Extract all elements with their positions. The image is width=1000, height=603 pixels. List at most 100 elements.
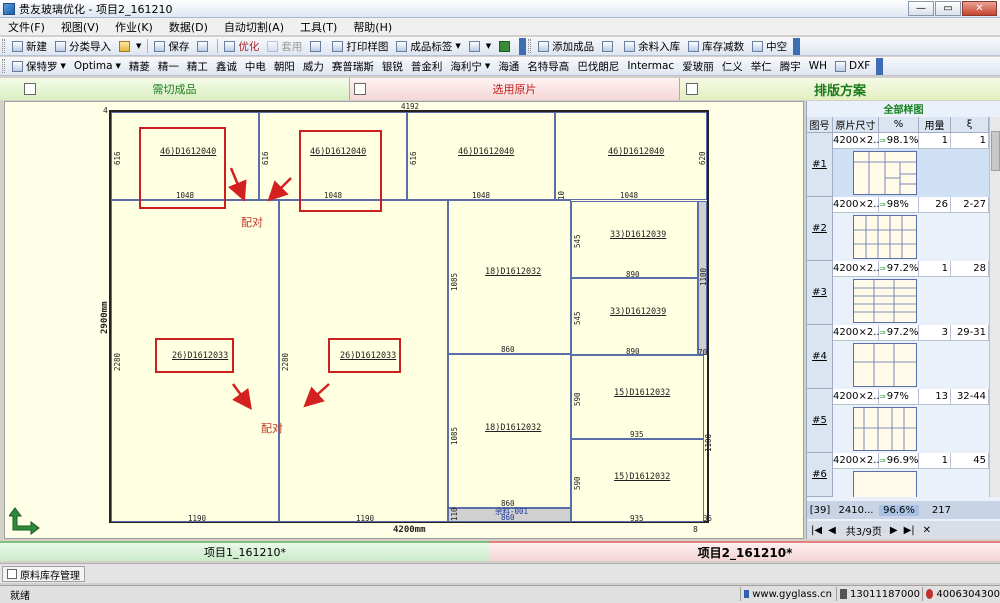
col-header-qty[interactable]: 用量 [919,117,951,133]
machine-optima[interactable]: Optima ▼ [70,58,125,75]
move-arrows-icon[interactable] [9,506,41,536]
open-dropdown-button[interactable]: ▼ [115,38,145,55]
machine-weili[interactable]: 威力 [299,58,328,75]
menu-help[interactable]: 帮助(H) [345,19,400,35]
efficiency-icon: ⇒ [879,456,886,465]
scrollbar-thumb[interactable] [991,131,1000,171]
layout-row[interactable]: #5 4200×2... ⇒ 97% 13 32-44 [807,389,989,453]
row-number[interactable]: #6 [807,453,833,497]
row-pct-value: 97.2% [886,327,919,338]
machine-mingtedaogao[interactable]: 名特导高 [523,58,573,75]
dxf-icon [835,60,846,72]
print-sample-button[interactable]: 打印样图 [328,38,392,55]
machine-bavelloni[interactable]: 巴伐朗尼 [573,58,623,75]
layout-canvas[interactable]: 4 4192 2900mm 4200mm 8 46)D1612040 1048 … [4,101,804,539]
machine-haitong[interactable]: 海通 [494,58,523,75]
close-button[interactable]: ✕ [962,1,997,16]
machine-hailining[interactable]: 海利宁 ▼ [446,58,494,75]
row-xi: 1 [951,133,989,149]
phone-icon [840,589,847,599]
menu-file[interactable]: 文件(F) [0,19,53,35]
tab-project-2[interactable]: 项目2_161210* [490,541,1000,561]
last-page-button[interactable]: ▶| [904,525,915,536]
status-phone[interactable]: 13011187000 [836,587,920,601]
copy-button[interactable] [193,38,215,55]
project-tab-label: 项目1_161210* [204,546,286,559]
layout-thumbnail[interactable] [853,279,917,323]
layout-row[interactable]: #1 4200×2... ⇒ 98.1% 1 1 [807,133,989,197]
row-number[interactable]: #3 [807,261,833,325]
machine-jinggong[interactable]: 精工 [183,58,212,75]
layout-row[interactable]: #2 4200×2... ⇒ 98% 26 2-27 [807,197,989,261]
close-panel-button[interactable]: ✕ [923,525,931,536]
status-hotline[interactable]: 4006304300 [922,587,1000,601]
menu-auto-cut[interactable]: 自动切割(A) [216,19,292,35]
machine-intermac[interactable]: Intermac [623,58,678,75]
find-button[interactable] [598,38,620,55]
add-product-button[interactable]: 添加成品 [534,38,598,55]
machine-wh[interactable]: WH [805,58,831,75]
machine-bottero[interactable]: 保特罗 ▼ [8,58,70,75]
machine-zhongdian[interactable]: 中电 [241,58,270,75]
machine-jingling[interactable]: 精菱 [125,58,154,75]
machine-juren[interactable]: 举仁 [747,58,776,75]
prev-page-button[interactable]: ◀ [828,525,836,536]
layout-thumbnail[interactable] [853,151,917,195]
layout-row[interactable]: #6 4200×2... ⇒ 96.9% 1 45 [807,453,989,497]
first-page-button[interactable]: |◀ [811,525,822,536]
toolbar-grip[interactable] [528,39,532,53]
optimize-button[interactable]: 优化 [220,38,263,55]
row-number[interactable]: #4 [807,325,833,389]
tab-select-sheet[interactable]: 选用原片 [350,78,680,100]
machine-yinrui[interactable]: 银锐 [378,58,407,75]
layout-thumbnail[interactable] [853,471,917,497]
layout-thumbnail[interactable] [853,407,917,451]
tab-project-1[interactable]: 项目1_161210* [0,541,490,561]
stock-management-tab[interactable]: 原料库存管理 [2,566,85,582]
maximize-button[interactable]: ▭ [935,1,961,16]
stock-reduce-button[interactable]: 库存减数 [684,38,748,55]
machine-tengyu[interactable]: 腾宇 [776,58,805,75]
cover-button[interactable]: 套用 [263,38,306,55]
machine-jingyi[interactable]: 精一 [154,58,183,75]
minimize-button[interactable]: — [908,1,934,16]
menu-tools[interactable]: 工具(T) [292,19,345,35]
hollow-button[interactable]: 中空 [748,38,791,55]
menu-data[interactable]: 数据(D) [161,19,216,35]
col-header-size[interactable]: 原片尺寸 [833,117,879,133]
row-number[interactable]: #1 [807,133,833,197]
tab-cut-products[interactable]: 需切成品 [0,78,350,100]
tab-layout-plan[interactable]: 排版方案 [680,78,1000,100]
tools-button[interactable] [495,38,517,55]
layout-row[interactable]: #4 4200×2... ⇒ 97.2% 3 29-31 [807,325,989,389]
machine-dxf[interactable]: DXF [831,58,874,75]
machine-xincheng[interactable]: 鑫诚 [212,58,241,75]
save-button[interactable]: 保存 [150,38,193,55]
layout-thumbnail[interactable] [853,215,917,259]
status-website[interactable]: www.gyglass.cn [740,587,832,601]
machine-aiboli[interactable]: 爱玻丽 [678,58,718,75]
col-header-pct[interactable]: % [879,117,919,133]
col-header-num[interactable]: 图号 [807,117,833,133]
document-button[interactable]: ▼ [465,38,495,55]
toolbar-grip[interactable] [2,59,5,73]
classify-import-button[interactable]: 分类导入 [51,38,115,55]
product-label-button[interactable]: 成品标签 ▼ [392,38,464,55]
panel-scrollbar[interactable] [989,117,1000,497]
layout-row[interactable]: #3 4200×2... ⇒ 97.2% 1 28 [807,261,989,325]
col-header-xi[interactable]: ξ [951,117,989,133]
row-number[interactable]: #2 [807,197,833,261]
grid-button[interactable] [306,38,328,55]
remnant-in-button[interactable]: 余料入库 [620,38,684,55]
machine-chaoyang[interactable]: 朝阳 [270,58,299,75]
menu-job[interactable]: 作业(K) [107,19,161,35]
machine-cypress[interactable]: 赛普瑞斯 [328,58,378,75]
menu-view[interactable]: 视图(V) [53,19,107,35]
machine-renyi[interactable]: 仁义 [718,58,747,75]
layout-thumbnail[interactable] [853,343,917,387]
row-number[interactable]: #5 [807,389,833,453]
next-page-button[interactable]: ▶ [890,525,898,536]
machine-pujinli[interactable]: 普金利 [407,58,447,75]
new-button[interactable]: 新建 [8,38,51,55]
toolbar-grip[interactable] [2,39,5,53]
